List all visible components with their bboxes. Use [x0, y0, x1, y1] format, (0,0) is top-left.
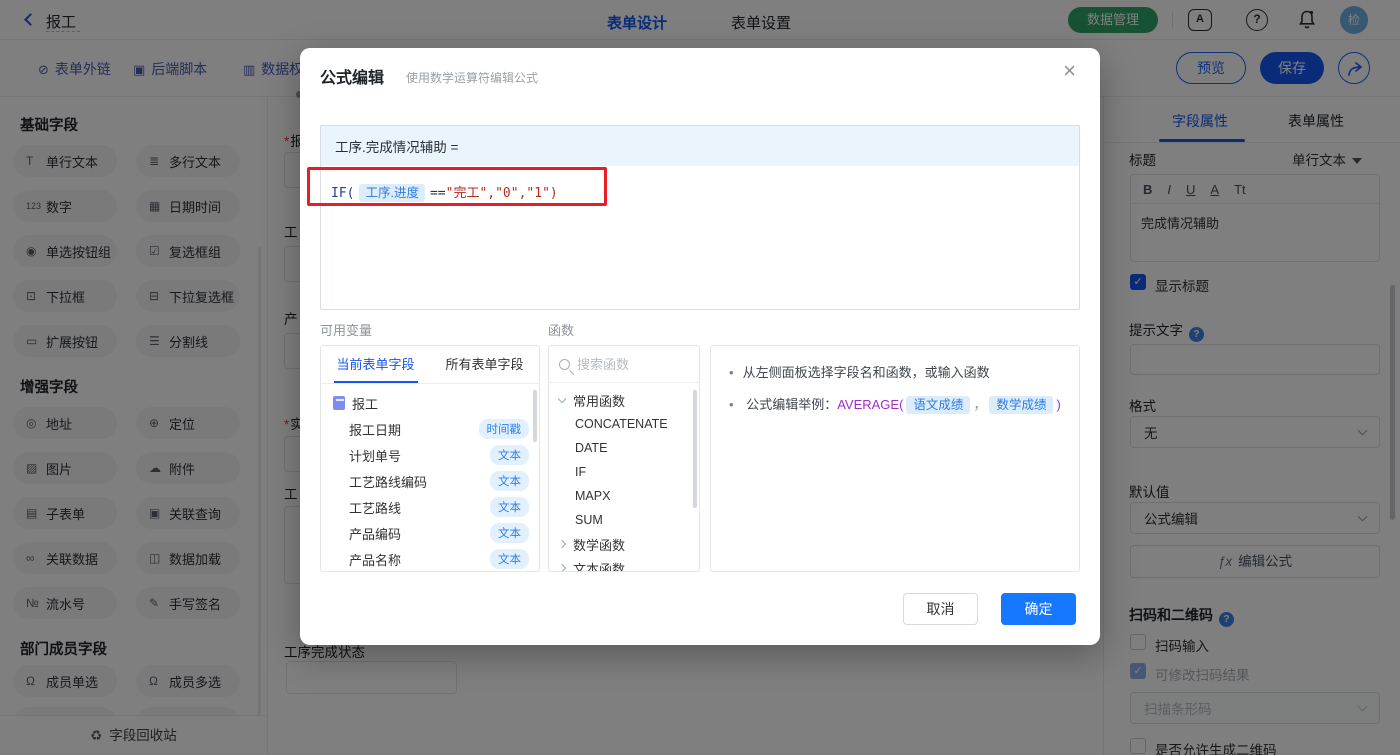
- variable-type-badge: 文本: [490, 471, 529, 491]
- chevron-right-icon: [557, 563, 567, 571]
- help-line-1: 从左侧面板选择字段名和函数，或输入函数: [729, 362, 1061, 381]
- search-icon: [559, 358, 570, 370]
- function-search[interactable]: [549, 346, 699, 383]
- variable-type-badge: 文本: [490, 523, 529, 543]
- functions-panel: 常用函数 CONCATENATE DATE IF MAPX SUM 数学函数 文…: [548, 345, 700, 572]
- variable-item[interactable]: 计划单号 文本: [321, 442, 539, 468]
- variables-scrollbar[interactable]: [533, 390, 537, 442]
- variable-item[interactable]: 产品名称 文本: [321, 546, 539, 571]
- variable-item[interactable]: 产品编码 文本: [321, 520, 539, 546]
- formula-editor-dialog: 公式编辑 使用数学运算符编辑公式 × 工序.完成情况辅助 = IF(工序.进度 =…: [300, 48, 1100, 645]
- chevron-right-icon: [557, 539, 567, 549]
- example-chip: 数学成绩: [989, 396, 1054, 414]
- dialog-title: 公式编辑: [320, 70, 385, 87]
- form-doc-icon: [333, 396, 345, 410]
- example-chip: 语文成绩: [906, 396, 971, 414]
- variables-label: 可用变量: [320, 323, 373, 338]
- close-icon[interactable]: ×: [1063, 60, 1076, 82]
- variable-root-label: 报工: [352, 396, 379, 412]
- variables-panel: 当前表单字段 所有表单字段 报工 报工日期 时间戳 计划单号 文本 工艺路线编码 文本…: [320, 345, 540, 572]
- annotation-red-box: [307, 167, 607, 206]
- variable-tree-root[interactable]: 报工: [321, 390, 539, 416]
- function-group-common[interactable]: 常用函数: [549, 388, 699, 412]
- function-item[interactable]: CONCATENATE: [549, 412, 699, 436]
- function-item[interactable]: MAPX: [549, 484, 699, 508]
- formula-editor[interactable]: 工序.完成情况辅助 = IF(工序.进度 =="完工","0","1"): [320, 125, 1080, 310]
- cancel-button[interactable]: 取消: [903, 593, 978, 625]
- variable-item[interactable]: 工艺路线编码 文本: [321, 468, 539, 494]
- function-item[interactable]: SUM: [549, 508, 699, 532]
- tab-all-form-fields[interactable]: 所有表单字段: [430, 346, 539, 383]
- function-group-math[interactable]: 数学函数: [549, 532, 699, 556]
- example-function: AVERAGE(: [837, 397, 904, 412]
- confirm-button[interactable]: 确定: [1001, 593, 1076, 625]
- variable-type-badge: 时间戳: [478, 419, 529, 439]
- variable-type-badge: 文本: [490, 445, 529, 465]
- variable-type-badge: 文本: [490, 549, 529, 569]
- variable-type-badge: 文本: [490, 497, 529, 517]
- function-search-input[interactable]: [577, 356, 677, 372]
- variable-item[interactable]: 工艺路线 文本: [321, 494, 539, 520]
- chevron-down-icon: [557, 394, 567, 403]
- tab-current-form-fields[interactable]: 当前表单字段: [321, 346, 430, 383]
- function-item[interactable]: DATE: [549, 436, 699, 460]
- formula-target: 工序.完成情况辅助 =: [321, 126, 1079, 166]
- variable-item[interactable]: 报工日期 时间戳: [321, 416, 539, 442]
- variables-active-tab-underline: [334, 381, 418, 383]
- function-item[interactable]: IF: [549, 460, 699, 484]
- functions-label: 函数: [548, 323, 575, 338]
- formula-help-panel: 从左侧面板选择字段名和函数，或输入函数 公式编辑举例：AVERAGE(语文成绩，…: [710, 345, 1080, 572]
- function-group-text[interactable]: 文本函数: [549, 556, 699, 571]
- help-line-2: 公式编辑举例：AVERAGE(语文成绩，数学成绩): [729, 394, 1061, 414]
- variables-tabs: 当前表单字段 所有表单字段: [321, 346, 539, 384]
- functions-scrollbar[interactable]: [693, 390, 697, 508]
- dialog-subtitle: 使用数学运算符编辑公式: [406, 71, 539, 85]
- app-window: 报工 表单设计 表单设置 数据管理 A ? 检 ⊘表单外链 ▣后端脚本 ▥数据权…: [0, 0, 1400, 755]
